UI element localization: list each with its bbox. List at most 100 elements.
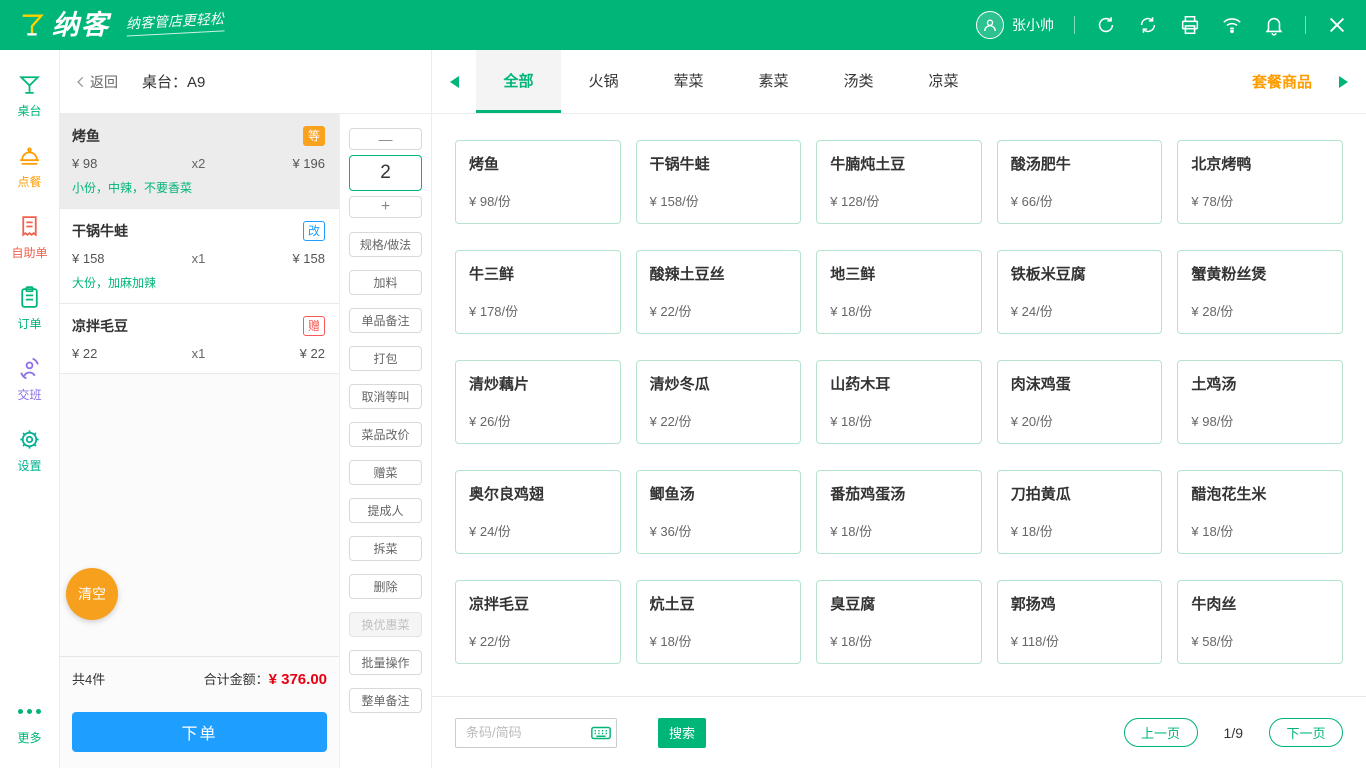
- action-button[interactable]: 整单备注: [349, 688, 422, 713]
- dish-card[interactable]: 牛腩炖土豆 ¥ 128/份: [816, 140, 982, 224]
- dish-card[interactable]: 炕土豆 ¥ 18/份: [636, 580, 802, 664]
- dish-name: 郭扬鸡: [1011, 593, 1149, 614]
- tabs-scroll-left-button[interactable]: [432, 50, 476, 113]
- action-button[interactable]: 规格/做法: [349, 232, 422, 257]
- search-button[interactable]: 搜索: [658, 718, 706, 748]
- dish-card[interactable]: 铁板米豆腐 ¥ 24/份: [997, 250, 1163, 334]
- action-button[interactable]: 拆菜: [349, 536, 422, 561]
- sidebar-item-label: 交班: [17, 386, 41, 403]
- dish-name: 奥尔良鸡翅: [469, 483, 607, 504]
- dish-card[interactable]: 牛肉丝 ¥ 58/份: [1177, 580, 1343, 664]
- dish-card[interactable]: 郭扬鸡 ¥ 118/份: [997, 580, 1163, 664]
- clear-order-button[interactable]: 清空: [66, 568, 118, 620]
- dish-name: 山药木耳: [830, 373, 968, 394]
- order-item-price: ¥ 22: [72, 346, 156, 361]
- order-item[interactable]: 凉拌毛豆 赠 ¥ 22 x1 ¥ 22: [60, 304, 339, 374]
- dish-card[interactable]: 鲫鱼汤 ¥ 36/份: [636, 470, 802, 554]
- dish-name: 肉沫鸡蛋: [1011, 373, 1149, 394]
- avatar: [976, 11, 1004, 39]
- category-tab[interactable]: 全部: [476, 50, 561, 113]
- action-button[interactable]: 单品备注: [349, 308, 422, 333]
- next-page-button[interactable]: 下一页: [1269, 718, 1343, 747]
- user-account[interactable]: 张小帅: [976, 11, 1054, 39]
- tabs-scroll-right-button[interactable]: [1322, 50, 1366, 113]
- dish-card[interactable]: 刀拍黄瓜 ¥ 18/份: [997, 470, 1163, 554]
- dish-name: 臭豆腐: [830, 593, 968, 614]
- dish-price: ¥ 22/份: [469, 631, 607, 650]
- order-item-total: ¥ 158: [241, 251, 325, 266]
- dish-card[interactable]: 烤鱼 ¥ 98/份: [455, 140, 621, 224]
- action-button[interactable]: 取消等叫: [349, 384, 422, 409]
- dish-card[interactable]: 北京烤鸭 ¥ 78/份: [1177, 140, 1343, 224]
- action-button[interactable]: 赠菜: [349, 460, 422, 485]
- order-item-qty: x2: [156, 156, 240, 171]
- dish-card[interactable]: 番茄鸡蛋汤 ¥ 18/份: [816, 470, 982, 554]
- action-button[interactable]: 换优惠菜: [349, 612, 422, 637]
- bell-icon[interactable]: [1263, 14, 1285, 36]
- category-tab[interactable]: 素菜: [731, 50, 816, 113]
- dish-card[interactable]: 山药木耳 ¥ 18/份: [816, 360, 982, 444]
- dish-card[interactable]: 清炒冬瓜 ¥ 22/份: [636, 360, 802, 444]
- tabs-spacer: [986, 50, 1242, 113]
- printer-icon[interactable]: [1179, 14, 1201, 36]
- order-region: 返回 桌台：A9 烤鱼 等: [60, 50, 432, 768]
- dish-card[interactable]: 酸辣土豆丝 ¥ 22/份: [636, 250, 802, 334]
- order-item-name: 凉拌毛豆: [72, 316, 128, 336]
- sidebar-item-settings[interactable]: 设置: [0, 415, 59, 486]
- order-total: 合计金额： ¥ 376.00: [204, 669, 327, 688]
- more-dots-icon: [18, 699, 41, 724]
- category-tab[interactable]: 荤菜: [646, 50, 731, 113]
- dish-card[interactable]: 地三鲜 ¥ 18/份: [816, 250, 982, 334]
- qty-value[interactable]: 2: [349, 155, 422, 191]
- dish-card[interactable]: 凉拌毛豆 ¥ 22/份: [455, 580, 621, 664]
- refresh-icon[interactable]: [1095, 14, 1117, 36]
- action-button[interactable]: 菜品改价: [349, 422, 422, 447]
- dish-card[interactable]: 酸汤肥牛 ¥ 66/份: [997, 140, 1163, 224]
- sidebar-item-more[interactable]: 更多: [0, 687, 59, 758]
- place-order-button[interactable]: 下单: [72, 712, 327, 752]
- dish-card[interactable]: 蟹黄粉丝煲 ¥ 28/份: [1177, 250, 1343, 334]
- order-item[interactable]: 烤鱼 等 ¥ 98 x2 ¥ 196 小份，中辣，不要香菜: [60, 114, 339, 209]
- dish-price: ¥ 22/份: [650, 301, 788, 320]
- order-count: 共4件: [72, 669, 105, 688]
- sync-icon[interactable]: [1137, 14, 1159, 36]
- dish-price: ¥ 20/份: [1011, 411, 1149, 430]
- sidebar-item-shift[interactable]: 交班: [0, 344, 59, 415]
- dish-card[interactable]: 清炒藕片 ¥ 26/份: [455, 360, 621, 444]
- dish-name: 牛三鲜: [469, 263, 607, 284]
- dish-price: ¥ 26/份: [469, 411, 607, 430]
- shift-person-icon: [17, 356, 42, 381]
- action-button[interactable]: 删除: [349, 574, 422, 599]
- triangle-left-icon: [448, 75, 460, 89]
- sidebar-item-order[interactable]: 点餐: [0, 131, 59, 202]
- brand-name: 纳客: [52, 12, 110, 39]
- dish-card[interactable]: 干锅牛蛙 ¥ 158/份: [636, 140, 802, 224]
- sidebar-item-tables[interactable]: 桌台: [0, 60, 59, 131]
- action-button[interactable]: 加料: [349, 270, 422, 295]
- sidebar-item-self-order[interactable]: 自助单: [0, 202, 59, 273]
- order-item[interactable]: 干锅牛蛙 改 ¥ 158 x1 ¥ 158 大份，加麻加辣: [60, 209, 339, 304]
- action-button[interactable]: 提成人: [349, 498, 422, 523]
- order-item-amounts: ¥ 98 x2 ¥ 196: [72, 156, 325, 171]
- prev-page-button[interactable]: 上一页: [1124, 718, 1198, 747]
- action-button[interactable]: 批量操作: [349, 650, 422, 675]
- wifi-icon[interactable]: [1221, 14, 1243, 36]
- dish-card[interactable]: 牛三鲜 ¥ 178/份: [455, 250, 621, 334]
- category-tab[interactable]: 汤类: [816, 50, 901, 113]
- category-tab[interactable]: 火锅: [561, 50, 646, 113]
- dish-card[interactable]: 肉沫鸡蛋 ¥ 20/份: [997, 360, 1163, 444]
- sidebar-item-orders[interactable]: 订单: [0, 273, 59, 344]
- back-button[interactable]: 返回: [74, 72, 118, 92]
- qty-minus-button[interactable]: —: [349, 128, 422, 150]
- combo-products-tab[interactable]: 套餐商品: [1242, 50, 1322, 113]
- dish-card[interactable]: 醋泡花生米 ¥ 18/份: [1177, 470, 1343, 554]
- order-item-top: 凉拌毛豆 赠: [72, 316, 325, 336]
- qty-plus-button[interactable]: +: [349, 196, 422, 218]
- close-icon[interactable]: [1326, 14, 1348, 36]
- dish-card[interactable]: 臭豆腐 ¥ 18/份: [816, 580, 982, 664]
- action-button[interactable]: 打包: [349, 346, 422, 371]
- dish-card[interactable]: 奥尔良鸡翅 ¥ 24/份: [455, 470, 621, 554]
- dish-card[interactable]: 土鸡汤 ¥ 98/份: [1177, 360, 1343, 444]
- category-tab[interactable]: 凉菜: [901, 50, 986, 113]
- keyboard-icon[interactable]: [590, 722, 612, 744]
